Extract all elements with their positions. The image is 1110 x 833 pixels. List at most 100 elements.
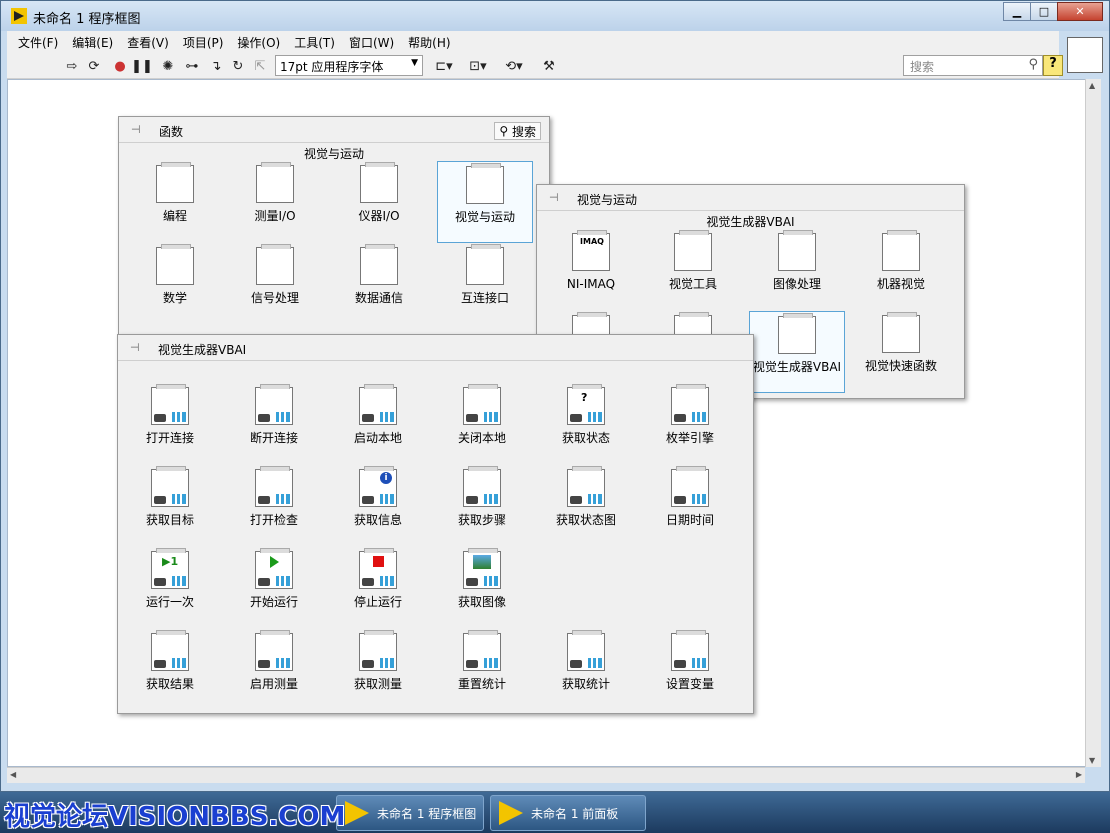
menu-tools[interactable]: 工具(T) [287, 34, 342, 51]
palette-search-label: 搜索 [511, 124, 536, 139]
item-label: 设置变量 [665, 677, 714, 691]
scroll-left-icon[interactable]: ◀ [10, 770, 16, 779]
palette-item-connectivity[interactable]: 互连接口 [437, 244, 533, 306]
item-label: 编程 [162, 209, 187, 223]
scroll-right-icon[interactable]: ▶ [1076, 770, 1082, 779]
retain-wire-values-icon[interactable]: ⊶ [183, 57, 201, 75]
bars-icon [276, 658, 290, 668]
menu-file[interactable]: 文件(F) [11, 34, 65, 51]
palette-header[interactable]: ⊣ 视觉生成器VBAI [118, 335, 753, 361]
pin-icon[interactable]: ⊣ [130, 341, 146, 355]
reorder-icon[interactable]: ⟲▾ [501, 57, 527, 75]
scroll-up-icon[interactable]: ▲ [1089, 81, 1095, 90]
palette-item-programming[interactable]: 编程 [127, 162, 223, 224]
stop-square [373, 556, 384, 567]
palette-item-measurement-io[interactable]: 测量I/O [227, 162, 323, 224]
item-label: 打开连接 [145, 431, 194, 445]
pause-icon[interactable]: ❚❚ [131, 57, 153, 75]
palette-search-button[interactable]: ⚲ 搜索 [494, 122, 541, 140]
step-over-icon[interactable]: ↻ [229, 57, 247, 75]
vision-builder-icon [778, 313, 816, 354]
bars-icon [380, 658, 394, 668]
palette-item-machine-vision[interactable]: 机器视觉 [853, 230, 949, 292]
vision-express-icon [882, 312, 920, 353]
vbai-get-info[interactable]: i 获取信息 [330, 466, 426, 528]
pin-icon[interactable]: ⊣ [549, 191, 565, 205]
highlight-execution-icon[interactable]: ✺ [159, 57, 177, 75]
vbai-get-targets[interactable]: 获取目标 [122, 466, 218, 528]
palette-item-vision-express[interactable]: 视觉快速函数 [853, 312, 949, 374]
pin-icon[interactable]: ⊣ [131, 123, 147, 137]
vbai-get-steps[interactable]: 获取步骤 [434, 466, 530, 528]
palette-item-vision-builder-vbai[interactable]: 视觉生成器VBAI [749, 311, 845, 393]
palette-item-data-communication[interactable]: 数据通信 [331, 244, 427, 306]
vbai-close-connection[interactable]: 断开连接 [226, 384, 322, 446]
vbai-stop-run[interactable]: 停止运行 [330, 548, 426, 610]
vbai-get-image[interactable]: 获取图像 [434, 548, 530, 610]
run-continuously-icon[interactable]: ⟳ [85, 57, 103, 75]
bars-icon [588, 412, 602, 422]
item-label: 视觉工具 [668, 277, 717, 291]
item-label: 测量I/O [254, 209, 296, 223]
palette-header[interactable]: ⊣ 视觉与运动 [537, 185, 964, 211]
palette-item-vision-motion[interactable]: 视觉与运动 [437, 161, 533, 243]
vbai-open-connection[interactable]: 打开连接 [122, 384, 218, 446]
vbai-launch-local[interactable]: 启动本地 [330, 384, 426, 446]
vbai-date-time[interactable]: 日期时间 [642, 466, 738, 528]
menu-view[interactable]: 查看(V) [120, 34, 176, 51]
vbai-enable-measurements[interactable]: 启用测量 [226, 630, 322, 692]
menu-operate[interactable]: 操作(O) [230, 34, 287, 51]
vbai-get-results[interactable]: 获取结果 [122, 630, 218, 692]
bars-icon [380, 494, 394, 504]
palette-item-signal-processing[interactable]: 信号处理 [227, 244, 323, 306]
abort-icon[interactable]: ● [111, 57, 129, 75]
menu-edit[interactable]: 编辑(E) [65, 34, 120, 51]
vbai-set-variables[interactable]: 设置变量 [642, 630, 738, 692]
maximize-button[interactable]: □ [1030, 2, 1058, 21]
vbai-get-statistics[interactable]: 获取统计 [538, 630, 634, 692]
context-help-button[interactable]: ? [1043, 55, 1063, 76]
vi-icon[interactable] [1067, 37, 1103, 73]
close-button[interactable]: ✕ [1057, 2, 1103, 21]
run-once-glyph: ▶1 [162, 555, 179, 568]
search-input[interactable]: 搜索 ⚲ [903, 55, 1043, 76]
align-objects-icon[interactable]: ⊏▾ [431, 57, 457, 75]
vbai-open-inspection[interactable]: 打开检查 [226, 466, 322, 528]
menu-project[interactable]: 项目(P) [176, 34, 231, 51]
vbai-get-measurements[interactable]: 获取测量 [330, 630, 426, 692]
run-arrow-icon[interactable]: ⇨ [63, 57, 81, 75]
get-image-icon [463, 548, 501, 589]
palette-item-image-processing[interactable]: 图像处理 [749, 230, 845, 292]
bars-icon [380, 412, 394, 422]
palette-header[interactable]: ⊣ 函数 ⚲ 搜索 [119, 117, 549, 143]
clean-up-diagram-icon[interactable]: ⚒ [537, 57, 561, 75]
menu-help[interactable]: 帮助(H) [401, 34, 457, 51]
vbai-close-local[interactable]: 关闭本地 [434, 384, 530, 446]
vbai-get-status[interactable]: ? 获取状态 [538, 384, 634, 446]
vbai-start-run[interactable]: 开始运行 [226, 548, 322, 610]
item-label: 视觉与运动 [454, 210, 515, 224]
step-out-icon[interactable]: ⇱ [251, 57, 269, 75]
menu-window[interactable]: 窗口(W) [342, 34, 401, 51]
vbai-run-once[interactable]: ▶1 运行一次 [122, 548, 218, 610]
minimize-button[interactable]: ▁ [1003, 2, 1031, 21]
font-select[interactable]: 17pt 应用程序字体 ▼ [275, 55, 423, 76]
bars-icon [484, 658, 498, 668]
palette-item-math[interactable]: 数学 [127, 244, 223, 306]
taskbar-front-panel[interactable]: 未命名 1 前面板 [490, 795, 646, 831]
step-into-icon[interactable]: ↴ [207, 57, 225, 75]
vbai-reset-statistics[interactable]: 重置统计 [434, 630, 530, 692]
vbai-enumerate-engines[interactable]: 枚举引擎 [642, 384, 738, 446]
scroll-down-icon[interactable]: ▼ [1089, 756, 1095, 765]
distribute-objects-icon[interactable]: ⊡▾ [465, 57, 491, 75]
vertical-scrollbar[interactable]: ▲ ▼ [1085, 79, 1101, 767]
palette-item-instrument-io[interactable]: 仪器I/O [331, 162, 427, 224]
taskbar-block-diagram[interactable]: 未命名 1 程序框图 [336, 795, 484, 831]
horizontal-scrollbar[interactable]: ◀ ▶ [7, 767, 1085, 783]
signal-processing-icon [256, 244, 294, 285]
title-bar[interactable]: 未命名 1 程序框图 ▁ □ ✕ [1, 1, 1109, 31]
search-icon[interactable]: ⚲ [1028, 57, 1038, 72]
palette-item-ni-imaq[interactable]: IMAQ NI-IMAQ [543, 230, 639, 292]
palette-item-vision-utilities[interactable]: 视觉工具 [645, 230, 741, 292]
vbai-get-state-diagram[interactable]: 获取状态图 [538, 466, 634, 528]
